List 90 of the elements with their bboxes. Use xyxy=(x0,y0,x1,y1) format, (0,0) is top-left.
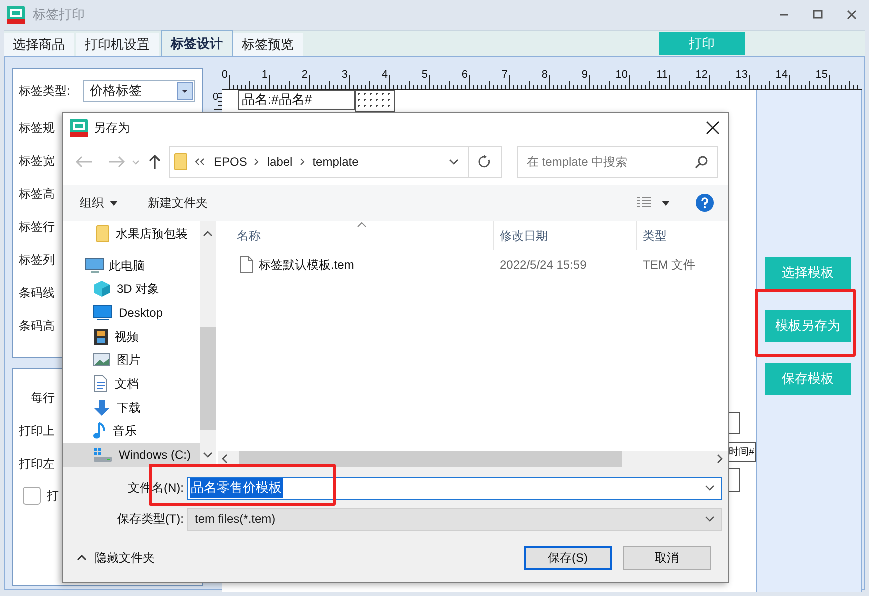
tab[interactable]: 打印机设置 xyxy=(76,33,159,56)
down-arrow-icon xyxy=(93,398,111,417)
search-field[interactable]: 在 template 中搜索 xyxy=(517,146,718,178)
caret-icon xyxy=(110,200,118,206)
music-note-icon xyxy=(93,422,107,440)
field-label: 标签宽 xyxy=(19,153,55,168)
chevron-down-icon xyxy=(705,485,715,491)
folder-icon xyxy=(96,224,110,243)
dialog-button[interactable]: 取消 xyxy=(623,546,711,570)
scroll-right-icon[interactable] xyxy=(717,454,723,464)
sort-caret-icon xyxy=(357,222,367,228)
monitor-icon xyxy=(93,304,113,321)
column-header[interactable]: 类型 xyxy=(643,226,667,244)
film-icon xyxy=(93,328,109,346)
nav-item[interactable]: 下载 xyxy=(63,396,200,420)
up-arrow-icon[interactable] xyxy=(147,153,163,171)
scroll-left-icon[interactable] xyxy=(222,454,228,464)
type-dropdown[interactable]: 价格标签 xyxy=(83,80,195,102)
search-icon xyxy=(695,155,709,169)
field-label: 打印左 xyxy=(19,456,55,471)
chevron-down-icon[interactable] xyxy=(448,157,460,167)
file-icon xyxy=(240,256,254,274)
monitor-icon xyxy=(85,258,105,274)
field-label: 标签类型: xyxy=(19,83,72,100)
close-icon[interactable] xyxy=(706,121,720,135)
file-name[interactable]: 标签默认模板.tem xyxy=(259,256,354,274)
drive-icon xyxy=(93,447,113,464)
folder-icon xyxy=(174,153,188,171)
tab[interactable]: 选择商品 xyxy=(4,33,74,56)
cube-icon xyxy=(93,280,111,298)
scrollbar[interactable] xyxy=(218,451,728,467)
organize-menu[interactable]: 组织 xyxy=(80,194,118,212)
nav-item[interactable]: 图片 xyxy=(63,348,200,372)
field-label: 标签列 xyxy=(19,252,55,267)
chevron-down-icon xyxy=(705,516,715,522)
file-type-dropdown[interactable]: tem files(*.tem) xyxy=(187,508,722,530)
address-bar[interactable]: EPOS label template xyxy=(169,146,502,178)
breadcrumb[interactable]: template xyxy=(312,153,359,171)
chevron-right-icon xyxy=(254,157,260,167)
label-field[interactable]: 时间# xyxy=(727,442,756,462)
field-label: 保存类型(T): xyxy=(116,511,185,528)
scroll-up-icon[interactable] xyxy=(203,231,213,237)
scrollbar[interactable] xyxy=(200,221,216,467)
column-header[interactable]: 修改日期 xyxy=(500,226,548,244)
label-field[interactable]: 品名:#品名# xyxy=(238,90,355,110)
nav-item[interactable]: 音乐 xyxy=(63,420,200,444)
dialog-title: 另存为 xyxy=(94,120,130,137)
nav-item[interactable]: 水果店预包装 xyxy=(63,222,200,246)
tab[interactable]: 标签预览 xyxy=(233,33,303,56)
help-icon[interactable] xyxy=(696,194,714,212)
field-label: 标签规 xyxy=(19,120,55,135)
hide-folders-toggle[interactable]: 隐藏文件夹 xyxy=(77,549,155,567)
ruler: 0 1 2 3 4 5 6 7 8 9 10 11 12 13 14 15 xyxy=(212,68,862,90)
nav-item[interactable]: 视频 xyxy=(63,324,200,349)
file-type: TEM 文件 xyxy=(642,257,697,274)
breadcrumb[interactable]: label xyxy=(267,153,293,171)
nav-item[interactable]: 3D 对象 xyxy=(63,277,200,302)
nav-item[interactable]: Desktop xyxy=(63,301,200,325)
barcode-placeholder[interactable] xyxy=(355,90,395,112)
new-folder-button[interactable]: 新建文件夹 xyxy=(148,194,208,212)
nav-item[interactable]: 此电脑 xyxy=(63,254,200,278)
nav-item[interactable]: Windows (C:) xyxy=(63,443,200,468)
breadcrumb[interactable]: EPOS xyxy=(214,153,248,171)
scroll-down-icon[interactable] xyxy=(203,452,213,458)
file-name-field[interactable]: 品名零售价模板 xyxy=(187,476,722,500)
tab[interactable]: 标签设计 xyxy=(161,30,233,56)
document-icon xyxy=(93,374,109,394)
picture-icon xyxy=(93,353,111,368)
app-icon xyxy=(7,6,25,24)
field-label: 条码线 xyxy=(19,285,55,300)
nav-item[interactable]: 文档 xyxy=(63,372,200,396)
window-title: 标签打印 xyxy=(33,6,85,24)
checkbox-label: 打 xyxy=(47,488,59,505)
column-header[interactable]: 名称 xyxy=(237,226,261,244)
chevron-right-icon xyxy=(300,157,306,167)
field-label: 打印上 xyxy=(19,423,55,438)
file-date: 2022/5/24 15:59 xyxy=(499,257,588,274)
list-view-icon xyxy=(636,197,652,209)
overflow-chevrons-icon xyxy=(194,157,206,167)
field-label: 条码高 xyxy=(19,318,55,333)
chevron-up-icon xyxy=(77,555,87,561)
checkbox[interactable] xyxy=(23,487,41,505)
field-label: 标签高 xyxy=(19,186,55,201)
field-label: 标签行 xyxy=(19,219,55,234)
app-icon xyxy=(70,119,88,137)
caret-icon xyxy=(662,200,670,206)
field-label: 每行 xyxy=(31,390,55,405)
view-menu[interactable] xyxy=(636,197,670,209)
dialog-button[interactable]: 保存(S) xyxy=(524,546,612,570)
refresh-icon xyxy=(478,155,492,169)
